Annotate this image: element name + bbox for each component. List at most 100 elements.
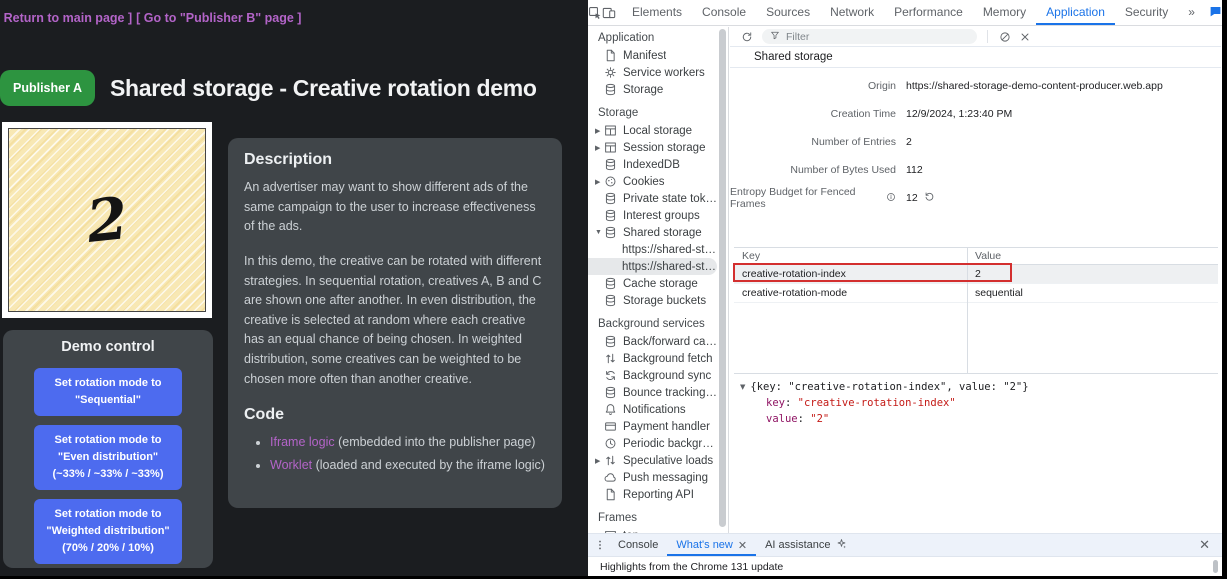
filter-box[interactable]: [762, 29, 977, 44]
reset-icon[interactable]: [924, 191, 935, 205]
devtools-tabs: ElementsConsoleSourcesNetworkPerformance…: [622, 0, 1205, 25]
sidebar-item-local-storage[interactable]: ▶Local storage: [588, 122, 717, 139]
metadata-label: Number of Entries: [811, 136, 896, 148]
sidebar-item-bounce-tracking-miti[interactable]: Bounce tracking miti...: [588, 384, 717, 401]
delete-icon[interactable]: [1015, 31, 1035, 43]
sidebar-item-cache-storage[interactable]: Cache storage: [588, 275, 717, 292]
bell-icon: [604, 403, 617, 416]
description-panel: Description An advertiser may want to sh…: [228, 138, 562, 508]
sidebar-item-push-messaging[interactable]: Push messaging: [588, 469, 717, 486]
table-row-creative-rotation-mode[interactable]: creative-rotation-modesequential: [734, 284, 1218, 303]
creative-number: 2: [84, 189, 130, 251]
tab-network[interactable]: Network: [820, 0, 884, 25]
tab-console[interactable]: Console: [692, 0, 756, 25]
sidebar-item-periodic-backgroun[interactable]: Periodic backgroun...: [588, 435, 717, 452]
creative-ad[interactable]: 2: [8, 128, 206, 312]
sidebar-item-back-forward-cache[interactable]: Back/forward cache: [588, 333, 717, 350]
sidebar-item-shared-storage[interactable]: ▼Shared storage: [588, 224, 717, 241]
cell-key: creative-rotation-mode: [734, 287, 967, 299]
filter-input[interactable]: [784, 30, 948, 44]
metadata-row-number-of-entries: Number of Entries2: [730, 128, 1221, 156]
sidebar-item-storage-buckets[interactable]: Storage buckets: [588, 292, 717, 309]
column-header-key[interactable]: Key: [734, 250, 967, 262]
rotation-mode-button-2[interactable]: Set rotation mode to"Even distribution"(…: [34, 425, 182, 490]
application-sidebar: ApplicationManifestService workersStorag…: [588, 27, 717, 533]
database-icon: [604, 386, 617, 399]
tab-sources[interactable]: Sources: [756, 0, 820, 25]
close-tab-icon[interactable]: ✕: [738, 539, 747, 552]
devtools-drawer: ConsoleWhat's new✕AI assistance ✕: [588, 533, 1222, 557]
updown-arrows-icon: [604, 454, 617, 467]
sidebar-item-payment-handler[interactable]: Payment handler: [588, 418, 717, 435]
chevron-right-icon: ▶: [595, 457, 604, 465]
expand-caret-icon[interactable]: ▼: [740, 383, 745, 391]
clear-icon[interactable]: [995, 31, 1015, 43]
sidebar-section-application: Application: [588, 30, 717, 47]
description-heading: Description: [244, 151, 546, 169]
drawer-kebab-icon[interactable]: [591, 539, 609, 551]
drawer-tab-console[interactable]: Console: [609, 534, 667, 556]
sidebar-item-manifest[interactable]: Manifest: [588, 47, 717, 64]
database-icon: [604, 294, 617, 307]
rotation-mode-button-3[interactable]: Set rotation mode to"Weighted distributi…: [34, 499, 182, 564]
sidebar-item-https-shared-storage[interactable]: https://shared-storage...: [588, 241, 717, 258]
code-item-rest: (loaded and executed by the iframe logic…: [312, 458, 545, 472]
tab-performance[interactable]: Performance: [884, 0, 973, 25]
demo-control-heading: Demo control: [3, 339, 213, 355]
inspect-element-icon[interactable]: [588, 0, 602, 25]
page-nav: [ Return to main page ] [ Go to "Publishe…: [0, 11, 305, 25]
drawer-tab-ai-assistance[interactable]: AI assistance: [756, 534, 855, 556]
tab-[interactable]: »: [1178, 0, 1205, 25]
drawer-close-icon[interactable]: ✕: [1199, 537, 1210, 553]
tab-memory[interactable]: Memory: [973, 0, 1036, 25]
sidebar-item-reporting-api[interactable]: Reporting API: [588, 486, 717, 503]
tab-elements[interactable]: Elements: [622, 0, 692, 25]
sidebar-item-service-workers[interactable]: Service workers: [588, 64, 717, 81]
updown-arrows-icon: [604, 352, 617, 365]
metadata-row-number-of-bytes-used: Number of Bytes Used112: [730, 156, 1221, 184]
database-icon: [604, 209, 617, 222]
tab-security[interactable]: Security: [1115, 0, 1178, 25]
refresh-icon[interactable]: [738, 31, 756, 43]
preview-property: value: "2": [766, 413, 1221, 425]
sidebar-item-cookies[interactable]: ▶Cookies: [588, 173, 717, 190]
sidebar-item-private-state-tokens[interactable]: Private state tokens: [588, 190, 717, 207]
code-link-iframe-logic[interactable]: Iframe logic: [270, 435, 335, 449]
device-toolbar-icon[interactable]: [602, 0, 616, 25]
statusbar-scrollbar-thumb[interactable]: [1213, 560, 1218, 573]
property-value: "2": [810, 413, 829, 425]
metadata-row-entropy-budget-for-fenced-frames: Entropy Budget for Fenced Frames12: [730, 184, 1221, 212]
column-divider[interactable]: [967, 248, 968, 373]
demo-buttons: Set rotation mode to"Sequential" Set rota…: [3, 368, 213, 564]
sidebar-item-background-sync[interactable]: Background sync: [588, 367, 717, 384]
chevron-right-icon: ▶: [595, 178, 604, 186]
database-icon: [604, 335, 617, 348]
nav-link-go-to-publisher-b-page[interactable]: [ Go to "Publisher B" page ]: [136, 11, 301, 25]
column-header-value[interactable]: Value: [967, 250, 1001, 262]
code-link-worklet[interactable]: Worklet: [270, 458, 312, 472]
sidebar-item-https-shared-storage[interactable]: https://shared-storage...: [588, 258, 717, 275]
table-row-creative-rotation-index[interactable]: creative-rotation-index2: [734, 265, 1218, 284]
nav-link-return-to-main-page[interactable]: [ Return to main page ]: [0, 11, 132, 25]
sidebar-item-interest-groups[interactable]: Interest groups: [588, 207, 717, 224]
key-value-table: KeyValuecreative-rotation-index2creative…: [734, 247, 1218, 374]
cookie-icon: [604, 175, 617, 188]
sidebar-item-speculative-loads[interactable]: ▶Speculative loads: [588, 452, 717, 469]
sidebar-item-notifications[interactable]: Notifications: [588, 401, 717, 418]
sidebar-item-background-fetch[interactable]: Background fetch: [588, 350, 717, 367]
info-icon[interactable]: [886, 192, 896, 205]
sidebar-item-session-storage[interactable]: ▶Session storage: [588, 139, 717, 156]
sidebar-item-storage[interactable]: Storage: [588, 81, 717, 98]
sidebar-section-background-services: Background services: [588, 316, 717, 333]
sidebar-scrollbar-thumb[interactable]: [719, 29, 726, 527]
metadata-value: 112: [906, 164, 923, 176]
creative-iframe: 2: [2, 122, 212, 318]
drawer-tab-what-s-new[interactable]: What's new✕: [667, 534, 756, 556]
sidebar-item-indexeddb[interactable]: IndexedDB: [588, 156, 717, 173]
metadata-label: Creation Time: [831, 108, 896, 120]
tab-application[interactable]: Application: [1036, 0, 1115, 25]
whats-new-statusbar: Highlights from the Chrome 131 update: [588, 557, 1222, 576]
code-item-rest: (embedded into the publisher page): [335, 435, 536, 449]
service-worker-icon: [604, 66, 617, 79]
rotation-mode-button-1[interactable]: Set rotation mode to"Sequential": [34, 368, 182, 416]
